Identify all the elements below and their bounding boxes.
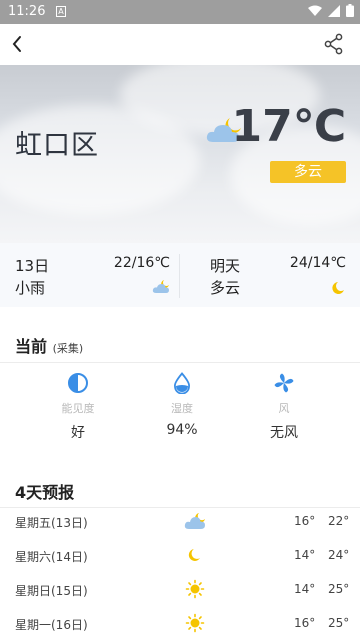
forecast-section-title: 4天预报 [15, 483, 75, 502]
current-section-title: 当前 (采集) [15, 333, 83, 357]
moon-icon [188, 549, 200, 561]
share-icon[interactable] [322, 32, 346, 56]
forecast-day: 星期六(14日) [15, 550, 88, 564]
forecast-row[interactable]: 星期日(15日) 14° 25° [0, 574, 360, 608]
back-arrow-icon[interactable] [6, 32, 30, 56]
battery-icon [346, 4, 354, 17]
condition-badge: 多云 [270, 161, 346, 183]
metric-value: 94% [166, 422, 198, 438]
forecast-row[interactable]: 星期一(16日) 16° 25° [0, 608, 360, 640]
forecast-row[interactable]: 星期六(14日) 14° 24° [0, 540, 360, 574]
column-divider [179, 254, 180, 298]
app-bar [0, 24, 360, 65]
cloud-moon-icon [184, 513, 205, 529]
forecast-high: 24° [328, 548, 350, 562]
wind-icon [274, 373, 294, 393]
forecast-high: 25° [328, 616, 350, 630]
metric-label: 风 [278, 402, 290, 415]
metric-wind: 风 无风 [239, 372, 329, 442]
weather-hero: 虹口区 17℃ 多云 [0, 65, 360, 243]
metric-value: 无风 [270, 425, 298, 441]
metric-label: 湿度 [171, 402, 193, 415]
forecast-low: 16° [294, 514, 316, 528]
forecast-high: 25° [328, 582, 350, 596]
temp-range: 22/16℃ [113, 255, 170, 271]
forecast-day: 星期日(15日) [15, 584, 88, 598]
day-label: 明天 [210, 257, 241, 275]
visibility-icon [68, 373, 88, 393]
status-time: 11:26 [8, 4, 46, 19]
section-divider [0, 362, 360, 363]
current-temperature: 17℃ [231, 101, 346, 152]
status-bar: 11:26 A [0, 0, 360, 24]
forecast-day: 星期五(13日) [15, 516, 88, 530]
temp-range: 24/14℃ [289, 255, 346, 271]
metric-label: 能见度 [61, 402, 95, 415]
metric-value: 好 [71, 425, 85, 441]
forecast-low: 16° [294, 616, 316, 630]
signal-icon [328, 4, 340, 17]
forecast-high: 22° [328, 514, 350, 528]
moon-icon [332, 282, 344, 294]
forecast-low: 14° [294, 582, 316, 596]
section-subtitle: (采集) [52, 342, 84, 355]
metric-humidity: 湿度 94% [137, 372, 227, 438]
forecast-row[interactable]: 星期五(13日) 16° 22° [0, 506, 360, 540]
humidity-icon [173, 372, 191, 394]
section-heading: 当前 [15, 337, 48, 356]
cloud-moon-icon [152, 280, 169, 293]
system-icons [308, 4, 354, 17]
tomorrow-summary: 明天 24/14℃ 多云 [210, 243, 346, 307]
two-day-summary: 13日 22/16℃ 小雨 明天 24/14℃ 多云 [0, 243, 360, 307]
forecast-low: 14° [294, 548, 316, 562]
forecast-day: 星期一(16日) [15, 618, 88, 632]
wifi-icon [308, 5, 322, 16]
today-summary: 13日 22/16℃ 小雨 [15, 243, 180, 307]
sun-icon [185, 579, 205, 599]
day-label: 13日 [15, 257, 50, 275]
day-condition: 小雨 [15, 279, 46, 297]
metric-visibility: 能见度 好 [33, 372, 123, 442]
day-condition: 多云 [210, 279, 241, 297]
sun-icon [185, 613, 205, 633]
district-name: 虹口区 [15, 130, 99, 161]
notification-badge: A [56, 6, 66, 17]
